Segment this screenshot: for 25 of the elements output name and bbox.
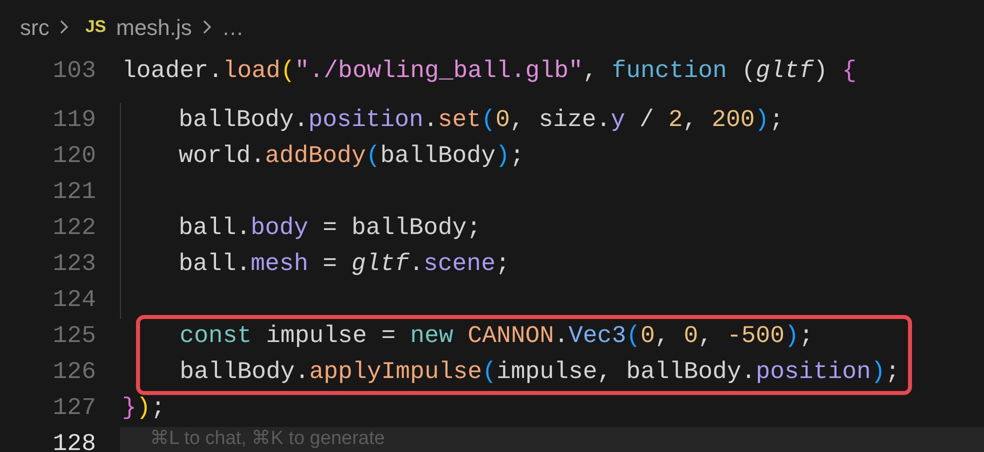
line-number: 103 xyxy=(52,57,96,87)
code-line: ball.mesh = gltf.scene; xyxy=(178,250,511,280)
line-number: 126 xyxy=(52,358,96,388)
code-line: ballBody.applyImpulse(impulse, ballBody.position); xyxy=(178,358,901,388)
line-number: 125 xyxy=(52,322,96,352)
line-number: 122 xyxy=(52,214,96,244)
line-number: 128 xyxy=(52,430,96,452)
code-line: ball.body = ballBody; xyxy=(178,214,482,244)
line-number: 124 xyxy=(52,286,96,316)
code-line: world.addBody(ballBody); xyxy=(178,142,526,172)
chevron-right-icon xyxy=(59,19,70,35)
line-number: 127 xyxy=(52,394,96,424)
code-line: ballBody.position.set(0, size.y / 2, 200); xyxy=(178,106,785,136)
chevron-right-icon xyxy=(202,19,212,35)
breadcrumb-file[interactable]: mesh.js xyxy=(116,10,192,44)
code-line: loader.load("./bowling_ball.glb", function (gltf) { xyxy=(122,57,857,87)
line-number: 121 xyxy=(52,178,96,208)
line-number: 123 xyxy=(52,250,96,280)
code-line: const impulse = new CANNON.Vec3(0, 0, -500); xyxy=(178,322,814,352)
code-line: }); xyxy=(122,394,166,424)
breadcrumb-folder[interactable]: src xyxy=(20,10,50,44)
line-number: 120 xyxy=(52,142,96,172)
breadcrumb-more[interactable]: … xyxy=(222,10,244,44)
javascript-file-icon: JS xyxy=(85,14,106,40)
line-number: 119 xyxy=(52,106,96,136)
